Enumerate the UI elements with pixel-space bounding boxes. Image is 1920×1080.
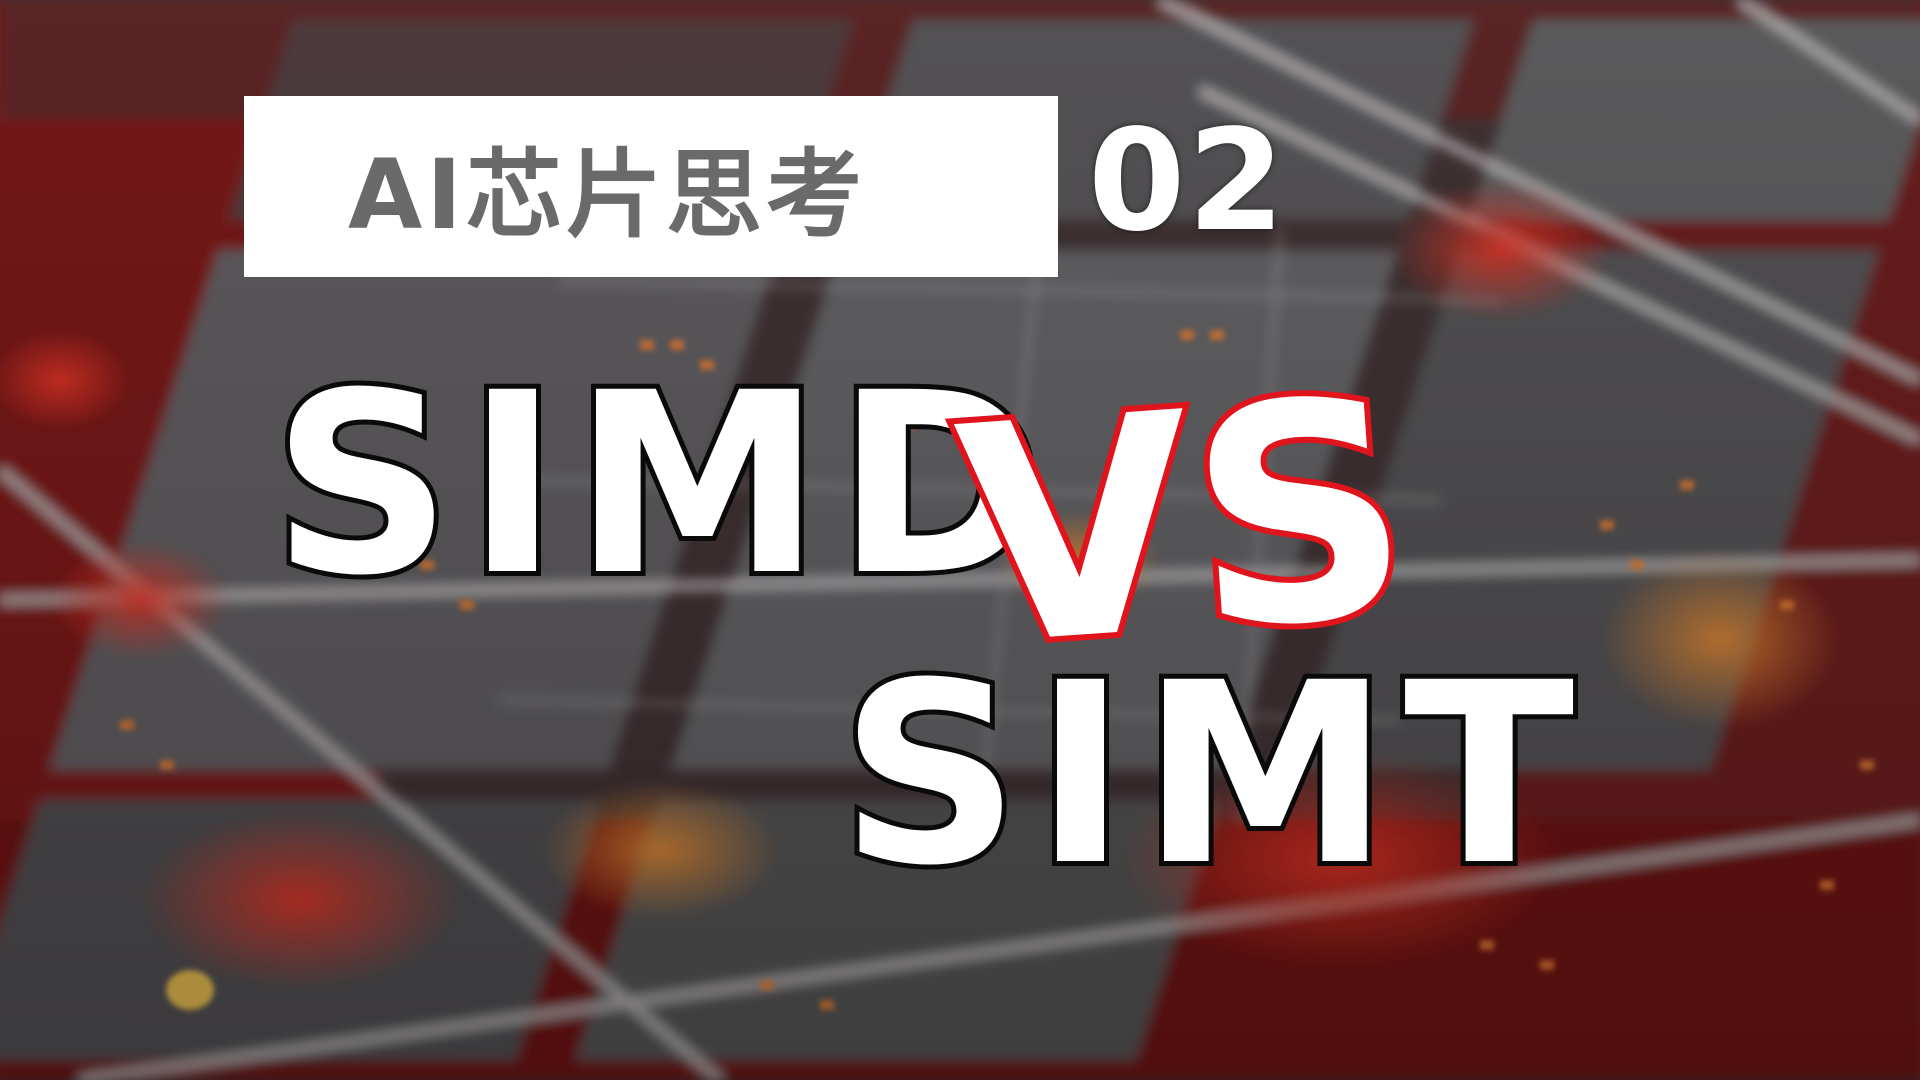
left-word-heading: SIMD [267, 339, 1058, 630]
series-title: AI芯片思考 [348, 139, 867, 251]
episode-number: 02 [1088, 100, 1287, 263]
right-word-heading: SIMT [835, 629, 1589, 920]
series-title-box: AI芯片思考 [244, 96, 1058, 277]
